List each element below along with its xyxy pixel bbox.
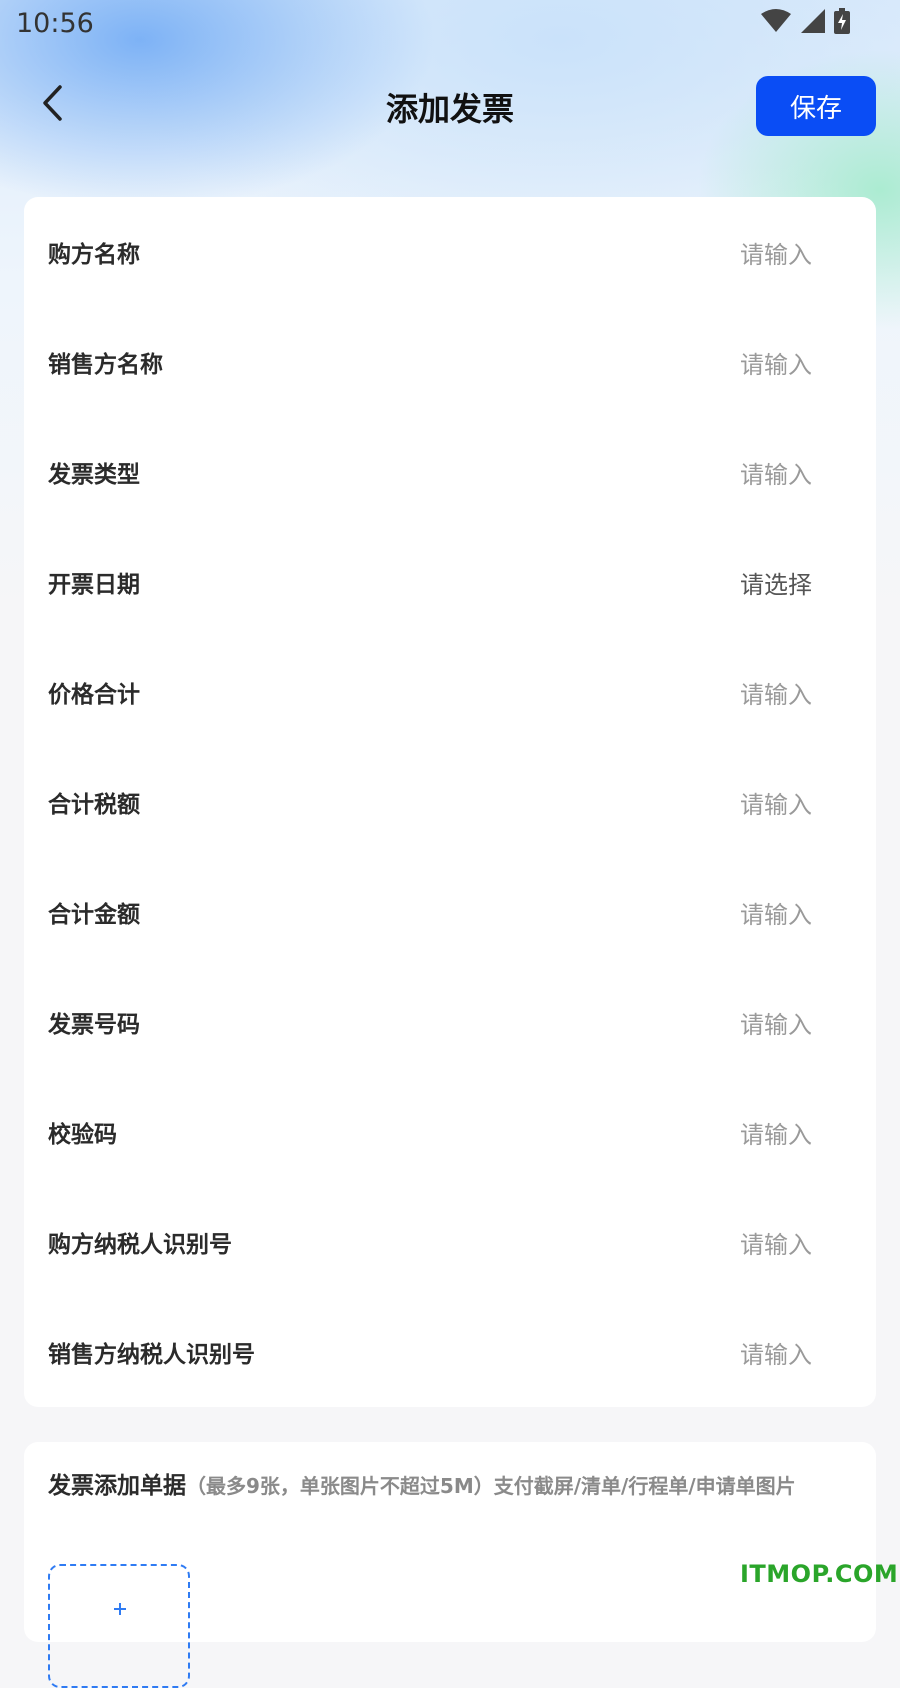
invoice-date-select[interactable]: 请选择	[740, 565, 812, 600]
invoice-number-input[interactable]: 请输入	[740, 1005, 812, 1040]
buyer-tax-id-label: 购方纳税人识别号	[48, 1232, 232, 1258]
invoice-type-row[interactable]: 发票类型 请输入	[24, 417, 876, 527]
cellular-signal-icon	[800, 8, 826, 38]
seller-name-label: 销售方名称	[48, 352, 163, 378]
seller-name-row[interactable]: 销售方名称 请输入	[24, 307, 876, 417]
seller-name-input[interactable]: 请输入	[740, 345, 812, 380]
wifi-icon	[760, 8, 792, 38]
attachment-note: （最多9张，单张图片不超过5M）支付截屏/清单/行程单/申请单图片	[186, 1474, 796, 1498]
plus-icon	[114, 1596, 126, 1615]
amount-total-input[interactable]: 请输入	[740, 895, 812, 930]
invoice-date-row[interactable]: 开票日期 请选择	[24, 527, 876, 637]
invoice-number-row[interactable]: 发票号码 请输入	[24, 967, 876, 1077]
invoice-form-card: 购方名称 请输入 销售方名称 请输入 发票类型 请输入 开票日期 请选择 价格合…	[24, 197, 876, 1407]
tax-total-label: 合计税额	[48, 792, 140, 818]
attachment-header: 发票添加单据（最多9张，单张图片不超过5M）支付截屏/清单/行程单/申请单图片	[48, 1468, 848, 1506]
seller-tax-id-input[interactable]: 请输入	[740, 1335, 812, 1370]
buyer-tax-id-row[interactable]: 购方纳税人识别号 请输入	[24, 1187, 876, 1297]
buyer-name-row[interactable]: 购方名称 请输入	[24, 197, 876, 307]
invoice-number-label: 发票号码	[48, 1012, 140, 1038]
attachment-card: 发票添加单据（最多9张，单张图片不超过5M）支付截屏/清单/行程单/申请单图片	[24, 1442, 876, 1688]
price-total-row[interactable]: 价格合计 请输入	[24, 637, 876, 747]
check-code-label: 校验码	[48, 1122, 117, 1148]
invoice-date-label: 开票日期	[48, 572, 140, 598]
status-bar: 10:56	[0, 0, 900, 50]
amount-total-label: 合计金额	[48, 902, 140, 928]
tax-total-row[interactable]: 合计税额 请输入	[24, 747, 876, 857]
status-icons	[760, 8, 850, 38]
upload-image-button[interactable]	[48, 1564, 190, 1688]
attachment-title: 发票添加单据	[48, 1473, 186, 1499]
tax-total-input[interactable]: 请输入	[740, 785, 812, 820]
price-total-label: 价格合计	[48, 682, 140, 708]
buyer-name-label: 购方名称	[48, 242, 140, 268]
watermark: ITMOP.COM	[740, 1560, 899, 1588]
invoice-type-label: 发票类型	[48, 462, 140, 488]
amount-total-row[interactable]: 合计金额 请输入	[24, 857, 876, 967]
price-total-input[interactable]: 请输入	[740, 675, 812, 710]
battery-charging-icon	[834, 8, 850, 38]
seller-tax-id-label: 销售方纳税人识别号	[48, 1342, 255, 1368]
check-code-row[interactable]: 校验码 请输入	[24, 1077, 876, 1187]
buyer-name-input[interactable]: 请输入	[740, 235, 812, 270]
save-button[interactable]: 保存	[756, 76, 876, 136]
buyer-tax-id-input[interactable]: 请输入	[740, 1225, 812, 1260]
invoice-type-input[interactable]: 请输入	[740, 455, 812, 490]
check-code-input[interactable]: 请输入	[740, 1115, 812, 1150]
status-time: 10:56	[16, 8, 94, 39]
seller-tax-id-row[interactable]: 销售方纳税人识别号 请输入	[24, 1297, 876, 1407]
header: 添加发票 保存	[0, 70, 900, 140]
